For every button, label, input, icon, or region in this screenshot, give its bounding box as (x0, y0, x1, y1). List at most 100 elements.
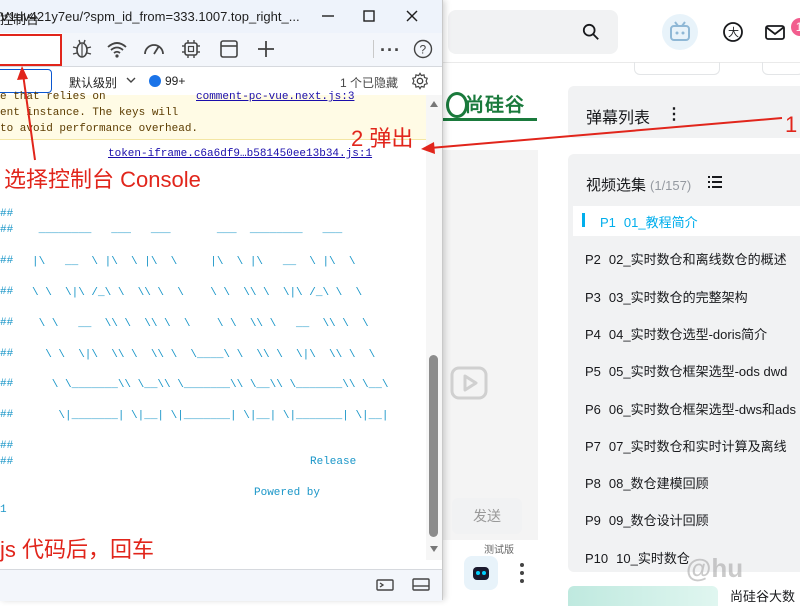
episode-list-title: 视频选集 (586, 177, 647, 194)
ascii-hash-mark: ## (0, 255, 14, 267)
network-wifi-icon[interactable] (105, 38, 129, 60)
message-count[interactable]: 99+ (165, 74, 185, 88)
annotation-popup: 2 弹出 (351, 126, 414, 151)
ascii-hash-mark: ## (0, 378, 14, 390)
ascii-hash-mark: ## (0, 286, 14, 298)
token-iframe-source-link[interactable]: token-iframe.c6a6df9…b581450ee13b34.js:1 (108, 148, 372, 160)
send-danmu-button[interactable]: 发送 (452, 498, 522, 534)
assistant-robot-icon[interactable] (464, 556, 498, 590)
warning-source-link[interactable]: comment-pc-vue.next.js:3 (196, 91, 354, 103)
episode-number: P2 (585, 252, 601, 267)
header-tab-left[interactable] (634, 62, 720, 75)
messages-icon[interactable] (764, 21, 786, 43)
header-tab-right[interactable] (762, 62, 800, 75)
episode-number: P7 (585, 439, 601, 454)
chevron-down-icon[interactable] (126, 76, 136, 84)
episode-count: (1/157) (650, 178, 692, 193)
episode-title: 07_实时数仓和实时计算及离线 (608, 439, 787, 454)
ascii-art-line: \|_______| \|__| \|_______| \|__| \|____… (32, 410, 389, 422)
svg-text:大: 大 (728, 25, 739, 39)
release-label: Release (310, 456, 357, 468)
console-filter-input[interactable] (0, 69, 52, 93)
watermark: @hu (686, 553, 744, 583)
ascii-hash-mark: ## (0, 440, 14, 452)
episode-item[interactable]: P2 02_实时数仓和离线数仓的概述 (585, 249, 787, 268)
episode-list-header: 视频选集 (1/157) (586, 174, 691, 195)
episode-number: P1 (600, 215, 616, 230)
ascii-hash-mark: ## (0, 317, 14, 329)
tv-mascot-avatar[interactable] (662, 14, 698, 50)
notification-badge: 11 (791, 18, 800, 36)
play-icon[interactable] (448, 362, 490, 404)
minimize-icon[interactable] (316, 6, 340, 26)
ascii-hash-mark: ## (0, 224, 14, 236)
more-options-icon[interactable] (520, 562, 524, 584)
episode-number: P9 (585, 513, 601, 528)
episode-item[interactable]: P9 09_数仓设计回顾 (585, 510, 709, 529)
video-player[interactable] (443, 150, 538, 540)
episode-title: 10_实时数仓 (616, 551, 690, 566)
annotation-select-console: 选择控制台 Console (4, 167, 201, 192)
toolbar-divider (373, 40, 374, 58)
episode-title: 05_实时数仓框架选型-ods dwd (608, 364, 788, 379)
console-line-number: 1 (0, 504, 7, 516)
annotation-highlight-box (0, 34, 62, 66)
warning-text-line: to avoid performance overhead. (0, 123, 199, 135)
annotation-enter-js: js 代码后，回车 (0, 537, 155, 562)
ascii-art-line: \ \ __ \\ \ \\ \ \ \ \ \\ \ __ \\ \ \ (32, 318, 369, 330)
memory-chip-icon[interactable] (179, 38, 203, 60)
episode-item[interactable]: P5 05_实时数仓框架选型-ods dwd (585, 361, 787, 380)
episode-item[interactable]: P7 07_实时数仓和实时计算及离线 (585, 436, 787, 455)
svg-text:?: ? (420, 43, 427, 57)
episode-item[interactable]: P6 06_实时数仓框架选型-dws和ads (585, 399, 796, 418)
danmu-menu-icon[interactable]: ⋮ (666, 104, 682, 124)
tv-mascot-icon (670, 21, 690, 41)
ascii-hash-mark: ## (0, 409, 14, 421)
creative-center-icon[interactable]: 大 (722, 21, 744, 43)
episode-item[interactable]: P3 03_实时数仓的完整架构 (585, 287, 748, 306)
more-tools-icon[interactable]: ··· (380, 40, 401, 61)
ascii-art-line: ________ ___ ___ ___ ________ ___ (32, 224, 343, 236)
sources-bug-icon[interactable] (70, 38, 94, 60)
warning-text-line: ent instance. The keys will (0, 107, 179, 119)
performance-gauge-icon[interactable] (142, 38, 166, 60)
gear-icon[interactable] (411, 72, 429, 90)
ascii-hash-mark: ## (0, 456, 14, 468)
hidden-count[interactable]: 1 个已隐藏 (340, 74, 398, 91)
devtools-window-title: V1dv421y7eu/?spm_id_from=333.1007.top_ri… (0, 9, 300, 24)
scroll-down-icon[interactable] (429, 545, 439, 553)
bili-search-box[interactable] (448, 10, 618, 54)
dock-side-icon[interactable] (411, 576, 431, 592)
ascii-hash-mark: ## (0, 348, 14, 360)
promo-banner-text[interactable]: 尚硅谷大数 (730, 586, 795, 605)
episode-title: 04_实时数仓选型-doris简介 (608, 327, 768, 342)
warning-text-line: e that relies on (0, 91, 106, 103)
beta-label: 测试版 (484, 545, 514, 556)
application-panel-icon[interactable] (217, 38, 241, 60)
ascii-art-line: \ \_______\\ \__\\ \_______\\ \__\\ \___… (32, 379, 389, 391)
search-icon[interactable] (582, 23, 600, 41)
list-view-icon[interactable] (708, 176, 722, 188)
playing-indicator-icon (582, 213, 585, 227)
drawer-console-icon[interactable] (375, 576, 395, 592)
maximize-icon[interactable] (357, 6, 381, 26)
tab-console-label[interactable]: 控制台 (0, 9, 39, 28)
log-level-dropdown[interactable]: 默认级别 (69, 74, 117, 91)
episode-item[interactable]: P8 08_数仓建模回顾 (585, 473, 709, 492)
message-bubble-icon (149, 75, 161, 87)
scrollbar-thumb[interactable] (429, 355, 438, 537)
episode-number: P5 (585, 364, 601, 379)
add-tool-icon[interactable] (254, 38, 278, 60)
close-icon[interactable] (400, 6, 424, 26)
episode-item[interactable]: P1 01_教程简介 (600, 212, 698, 231)
scroll-up-icon[interactable] (429, 100, 439, 108)
ascii-hash-mark: ## (0, 208, 14, 220)
annotation-step-one: 1 (785, 112, 798, 137)
episode-item[interactable]: P10 10_实时数仓 (585, 548, 690, 567)
episode-item[interactable]: P4 04_实时数仓选型-doris简介 (585, 324, 767, 343)
episode-number: P6 (585, 402, 601, 417)
episode-title: 08_数仓建模回顾 (608, 476, 709, 491)
episode-title: 03_实时数仓的完整架构 (608, 290, 748, 305)
help-icon[interactable]: ? (413, 39, 433, 59)
promo-banner[interactable] (568, 586, 718, 606)
